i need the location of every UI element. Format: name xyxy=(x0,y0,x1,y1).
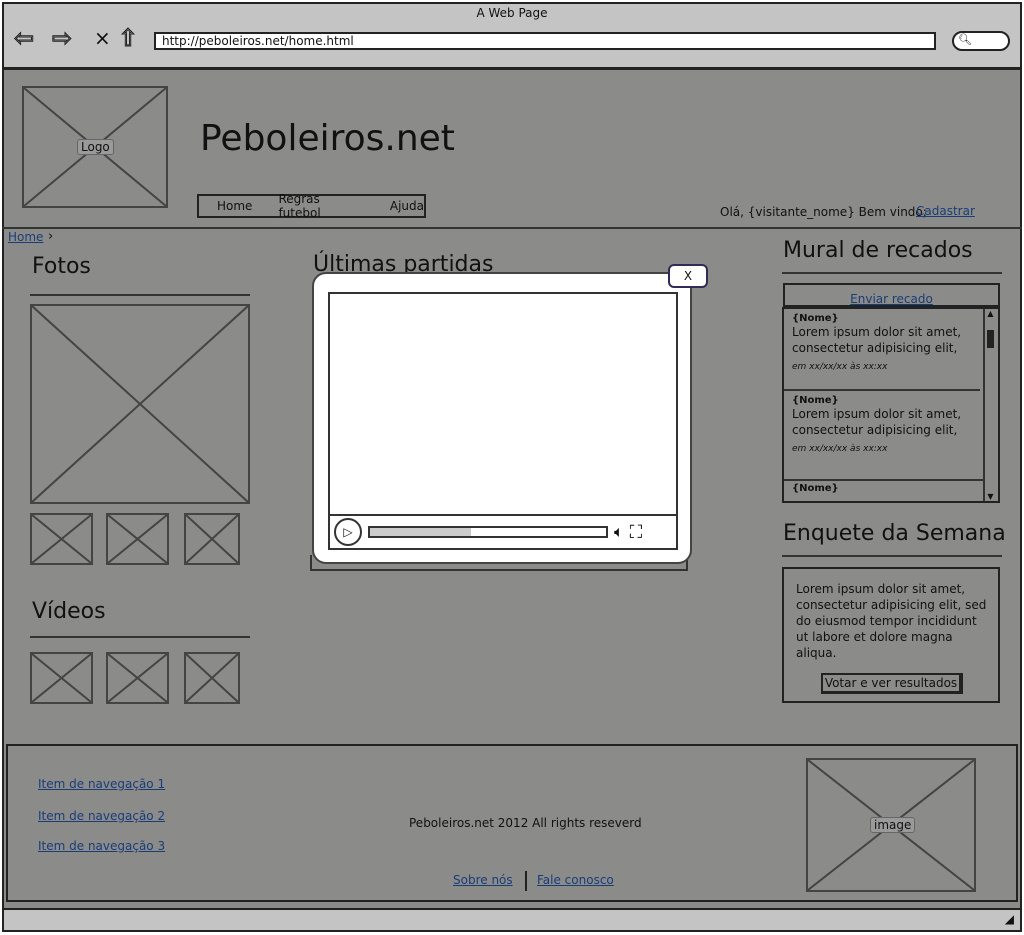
videos-title: Vídeos xyxy=(32,599,106,624)
separator xyxy=(525,871,527,891)
back-icon[interactable]: ⇦ xyxy=(13,24,34,53)
footer-nav-1[interactable]: Item de navegação 1 xyxy=(38,777,165,791)
scroll-down-icon[interactable]: ▼ xyxy=(985,492,996,501)
forward-icon[interactable]: ⇨ xyxy=(51,24,72,53)
status-bar: ◢ xyxy=(2,908,1022,932)
close-button[interactable]: X xyxy=(668,264,708,288)
poll-box: Lorem ipsum dolor sit amet, consectetur … xyxy=(782,567,1000,703)
menu-regras[interactable]: Regras futebol xyxy=(278,192,363,220)
message-date: em xx/xx/xx às xx:xx xyxy=(792,362,888,372)
video-thumb[interactable] xyxy=(30,652,93,704)
footer-nav-3[interactable]: Item de navegação 3 xyxy=(38,839,165,853)
site-title: Peboleiros.net xyxy=(200,118,455,159)
photo-thumb[interactable] xyxy=(184,513,240,565)
stop-icon[interactable]: × xyxy=(94,26,111,50)
mural-title: Mural de recados xyxy=(783,238,973,263)
register-link[interactable]: Cadastrar xyxy=(916,204,975,218)
message-text: Lorem ipsum dolor sit amet, consectetur … xyxy=(792,325,962,355)
divider xyxy=(30,294,250,296)
footer-image-label: image xyxy=(870,817,916,833)
contact-link[interactable]: Fale conosco xyxy=(537,873,614,887)
logo-label: Logo xyxy=(77,139,114,155)
menu-ajuda[interactable]: Ajuda xyxy=(390,199,424,213)
photo-main[interactable] xyxy=(30,304,250,504)
home-icon[interactable]: ⇧ xyxy=(117,24,138,53)
list-item: {Nome} Lorem ipsum dolor sit amet, conse… xyxy=(784,391,984,481)
send-message-label: Enviar recado xyxy=(850,292,933,306)
about-link[interactable]: Sobre nós xyxy=(453,873,513,887)
fotos-title: Fotos xyxy=(32,254,91,279)
fullscreen-icon[interactable]: ⛶ xyxy=(630,522,643,543)
divider xyxy=(782,555,1002,557)
photo-thumb[interactable] xyxy=(106,513,169,565)
greeting: Olá, {visitante_nome} Bem vindo; xyxy=(720,205,927,219)
scroll-up-icon[interactable]: ▲ xyxy=(985,309,996,318)
url-input[interactable]: http://peboleiros.net/home.html xyxy=(154,32,936,50)
video-thumb[interactable] xyxy=(106,652,169,704)
resize-grip-icon[interactable]: ◢ xyxy=(1005,912,1014,926)
player-controls: ▷ 🔈︎ ⛶ xyxy=(330,514,676,548)
breadcrumb-chevron-icon: › xyxy=(48,229,54,244)
vote-button[interactable]: Votar e ver resultados xyxy=(821,673,963,694)
copyright: Peboleiros.net 2012 All rights reseverd xyxy=(409,816,642,830)
menu-home[interactable]: Home xyxy=(217,199,252,213)
volume-icon[interactable]: 🔈︎ xyxy=(614,522,624,542)
enquete-title: Enquete da Semana xyxy=(783,521,1006,546)
search-icon: 🔍︎ xyxy=(958,33,972,46)
main-menu: Home Regras futebol Ajuda xyxy=(197,192,426,220)
video-thumb[interactable] xyxy=(184,652,240,704)
breadcrumb-home[interactable]: Home xyxy=(8,230,43,244)
list-item: {Nome} Lorem ipsum dolor sit amet, conse… xyxy=(784,309,980,391)
progress-fill xyxy=(370,528,472,536)
scroll-thumb[interactable] xyxy=(987,330,994,348)
play-icon[interactable]: ▷ xyxy=(334,518,362,546)
footer-nav-2[interactable]: Item de navegação 2 xyxy=(38,809,165,823)
divider xyxy=(30,636,250,638)
photo-thumb[interactable] xyxy=(30,513,93,565)
video-modal: ▷ 🔈︎ ⛶ xyxy=(312,272,692,564)
scrollbar[interactable]: ▲ ▼ xyxy=(983,309,996,501)
search-field[interactable]: 🔍︎ xyxy=(952,31,1010,51)
progress-bar[interactable] xyxy=(368,526,608,538)
message-author: {Nome} xyxy=(792,395,839,406)
message-date: em xx/xx/xx às xx:xx xyxy=(792,444,888,454)
message-text: Lorem ipsum dolor sit amet, consectetur … xyxy=(792,407,962,437)
divider xyxy=(782,272,1002,274)
message-author: {Nome} xyxy=(792,483,839,494)
window-title: A Web Page xyxy=(476,6,548,20)
poll-text: Lorem ipsum dolor sit amet, consectetur … xyxy=(796,582,987,660)
send-message-button[interactable]: Enviar recado xyxy=(783,283,1000,307)
video-player[interactable]: ▷ 🔈︎ ⛶ xyxy=(328,292,678,550)
header-divider xyxy=(2,227,1022,229)
message-author: {Nome} xyxy=(792,313,839,324)
message-list: {Nome} Lorem ipsum dolor sit amet, conse… xyxy=(782,307,1000,503)
